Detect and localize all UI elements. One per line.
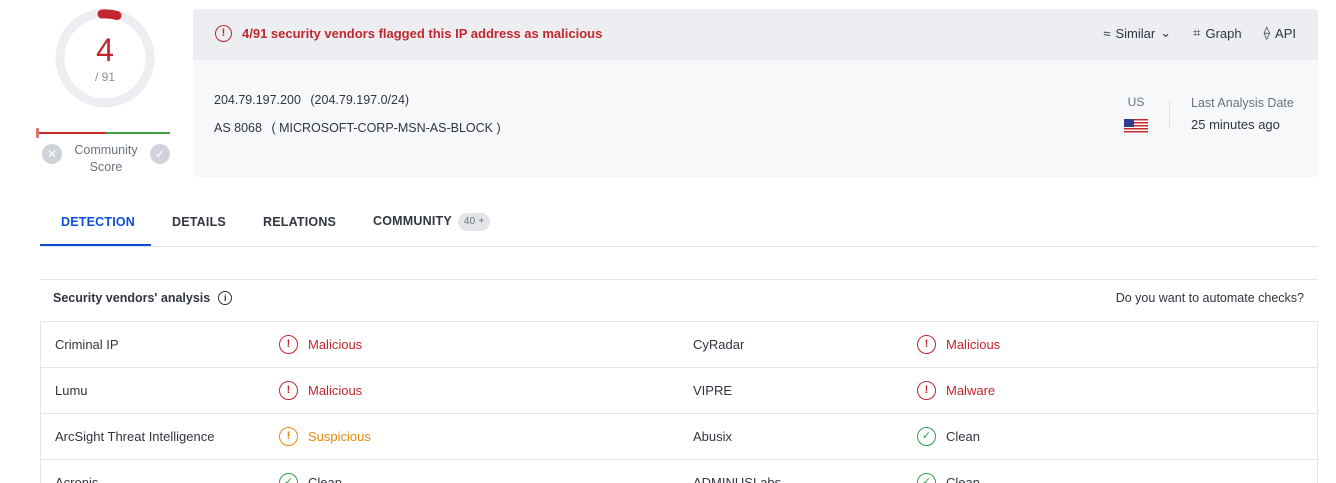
table-row: Acronis ✓ Clean ADMINUSLabs ✓ Clean: [41, 460, 1317, 483]
vendors-table: Criminal IP! Malicious CyRadar! Malicious Lu…: [40, 321, 1318, 483]
ip-address-line: 204.79.197.200 (204.79.197.0/24): [214, 93, 409, 107]
us-flag-icon: [1124, 119, 1148, 134]
asn[interactable]: AS 8068: [214, 121, 262, 135]
info-icon[interactable]: i: [218, 291, 233, 305]
vendor-result-label: Suspicious: [308, 429, 371, 444]
malicious-icon: !: [279, 335, 298, 354]
malicious-icon: !: [279, 381, 298, 400]
vendor-result-label: Malicious: [308, 383, 363, 398]
asn-owner: ( MICROSOFT-CORP-MSN-AS-BLOCK ): [271, 121, 501, 135]
tab-community-label: COMMUNITY: [373, 214, 452, 228]
suspicious-icon: !: [279, 427, 298, 446]
ip-address[interactable]: 204.79.197.200: [214, 93, 301, 107]
vendor-name: VIPRE: [693, 383, 733, 398]
alert-bar: ! 4/91 security vendors flagged this IP …: [193, 9, 1318, 60]
ip-range[interactable]: (204.79.197.0/24): [310, 93, 409, 107]
alert-text: 4/91 security vendors flagged this IP ad…: [242, 26, 603, 41]
table-row: ArcSight Threat Intelligence! Suspicious A…: [41, 414, 1317, 460]
last-analysis-label: Last Analysis Date: [1191, 96, 1294, 110]
vendor-result: ! Malware: [917, 381, 995, 400]
api-button[interactable]: ⟠ API: [1264, 25, 1296, 41]
vendor-name: Acronis: [55, 475, 99, 483]
tab-details[interactable]: DETAILS: [172, 215, 226, 229]
vendor-name: CyRadar: [693, 337, 745, 352]
community-score-label: Community Score: [66, 142, 146, 176]
alert-icon: !: [215, 25, 232, 42]
score-total: / 91: [94, 70, 115, 84]
vendor-result: ✓ Clean: [917, 427, 980, 446]
header-actions: ≈ Similar ⌄ ⌗ Graph ⟠ API: [1103, 25, 1296, 41]
asn-line: AS 8068 ( MICROSOFT-CORP-MSN-AS-BLOCK ): [214, 121, 501, 135]
graph-button[interactable]: ⌗ Graph: [1193, 25, 1241, 41]
vendor-name: Lumu: [55, 383, 88, 398]
vendors-header: Security vendors' analysis i Do you want…: [40, 279, 1318, 316]
active-tab-indicator: [40, 244, 151, 246]
malicious-icon: !: [917, 381, 936, 400]
api-icon: ⟠: [1263, 25, 1271, 40]
clean-icon: ✓: [917, 473, 936, 483]
chevron-down-icon: ⌄: [1160, 25, 1172, 40]
vendor-result-label: Malicious: [946, 337, 1001, 352]
graph-label: Graph: [1205, 25, 1242, 41]
country-code: US: [1127, 95, 1145, 109]
detection-alert: ! 4/91 security vendors flagged this IP …: [215, 25, 602, 42]
clean-icon: ✓: [917, 427, 936, 446]
vendor-result-label: Clean: [946, 429, 980, 444]
vendor-name: Criminal IP: [55, 337, 119, 352]
malicious-icon: !: [917, 335, 936, 354]
vendor-result: ! Suspicious: [279, 427, 371, 446]
vendor-result-label: Clean: [946, 475, 980, 483]
community-label-line2: Score: [89, 160, 123, 174]
vendor-result: ✓ Clean: [279, 473, 342, 483]
api-label: API: [1275, 25, 1296, 41]
vendor-result-label: Clean: [308, 475, 342, 483]
similar-label: Similar: [1115, 25, 1156, 41]
vendors-title-text: Security vendors' analysis: [53, 291, 211, 305]
vendor-result: ! Malicious: [279, 335, 362, 354]
vendor-result-label: Malicious: [308, 337, 363, 352]
vote-harmful-icon[interactable]: ✕: [42, 144, 62, 164]
automate-checks-link[interactable]: Do you want to automate checks?: [1116, 291, 1304, 305]
similar-button[interactable]: ≈ Similar ⌄: [1103, 25, 1171, 41]
tab-bar: DETECTION DETAILS RELATIONS COMMUNITY 40 …: [40, 199, 1318, 247]
table-row: Criminal IP! Malicious CyRadar! Malicious: [41, 322, 1317, 368]
table-row: Lumu! Malicious VIPRE! Malware: [41, 368, 1317, 414]
score-detections: 4: [96, 32, 114, 68]
tab-relations[interactable]: RELATIONS: [263, 215, 336, 229]
vendor-name: ArcSight Threat Intelligence: [55, 429, 215, 444]
ip-summary-card: ! 4/91 security vendors flagged this IP …: [193, 9, 1318, 177]
vendor-result: ! Malicious: [917, 335, 1000, 354]
clean-icon: ✓: [279, 473, 298, 483]
vendor-name: Abusix: [693, 429, 733, 444]
tab-community[interactable]: COMMUNITY 40 +: [373, 213, 491, 231]
community-count-badge: 40 +: [457, 213, 491, 231]
vendor-result-label: Malware: [946, 383, 996, 398]
tab-detection[interactable]: DETECTION: [61, 215, 135, 229]
graph-icon: ⌗: [1193, 25, 1201, 40]
vendor-result: ! Malicious: [279, 381, 362, 400]
vote-harmless-icon[interactable]: ✓: [150, 144, 170, 164]
vendor-name: ADMINUSLabs: [693, 475, 782, 483]
community-score-bar: [36, 128, 170, 138]
last-analysis-value: 25 minutes ago: [1191, 117, 1280, 132]
header-divider: [1169, 101, 1170, 127]
community-score-knob: [36, 128, 39, 138]
vendor-result: ✓ Clean: [917, 473, 980, 483]
community-label-line1: Community: [74, 143, 138, 157]
vendors-title: Security vendors' analysis i: [53, 291, 233, 305]
similar-icon: ≈: [1103, 25, 1111, 41]
